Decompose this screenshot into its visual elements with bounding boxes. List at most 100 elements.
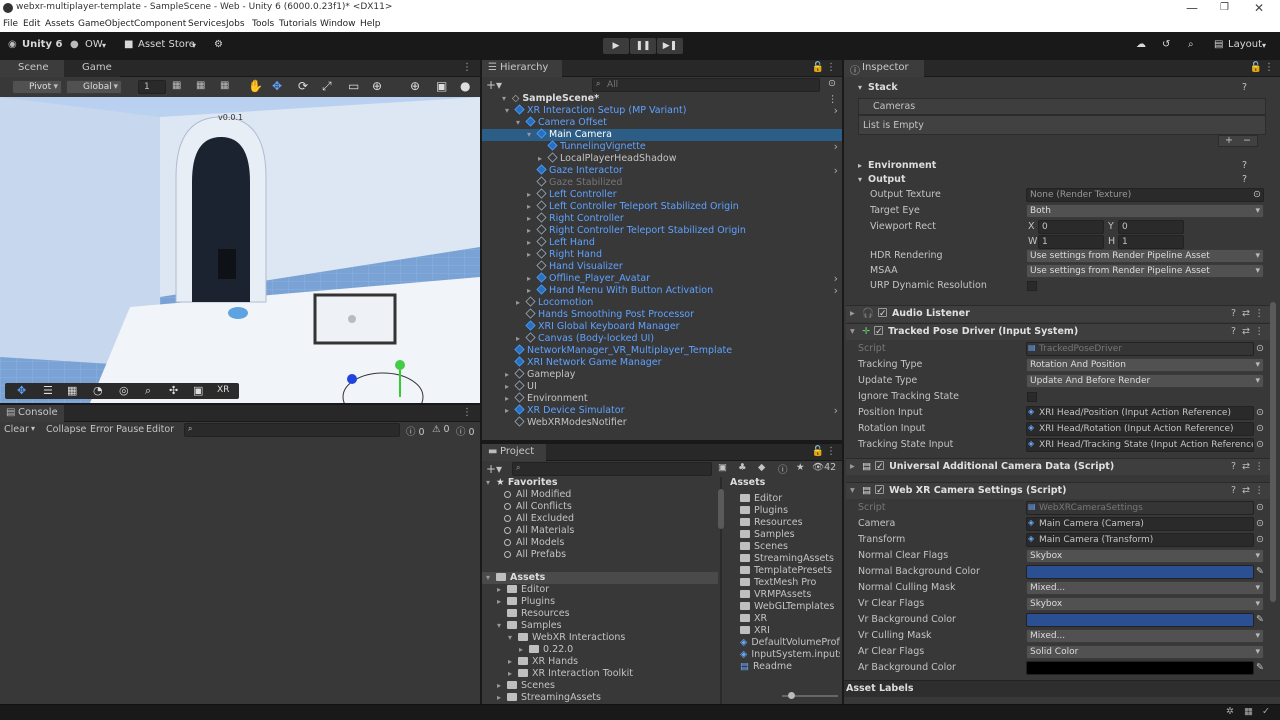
collapse-button[interactable]: Collapse xyxy=(46,424,86,435)
hierarchy-item[interactable]: Gaze Stabilized xyxy=(482,176,842,189)
universal-additional-camera-data-header[interactable]: ▸ ▤Universal Additional Camera Data (Scr… xyxy=(846,458,1270,475)
project-folder[interactable]: ▸ Editor xyxy=(497,584,549,596)
field-value[interactable]: WebXRCameraSettings xyxy=(1026,501,1254,515)
search-by-type-icon[interactable]: ▣ xyxy=(718,462,727,473)
menu-services[interactable]: Services xyxy=(188,19,226,29)
expand-arrow-icon[interactable]: ▾ xyxy=(497,620,507,632)
favorites-header[interactable]: ▾ ★ Favorites xyxy=(486,477,557,489)
viewport-x-field[interactable]: 0 xyxy=(1038,220,1104,234)
field-value[interactable]: Main Camera (Camera) xyxy=(1026,517,1254,531)
menu-file[interactable]: File xyxy=(3,19,18,29)
grid-icon[interactable]: ▦ xyxy=(67,384,77,397)
expand-arrow-icon[interactable]: ▸ xyxy=(497,680,507,692)
expand-arrow-icon[interactable]: ▸ xyxy=(505,369,515,381)
tab-scene[interactable]: Scene xyxy=(0,60,64,77)
expand-arrow-icon[interactable]: ▸ xyxy=(505,393,515,405)
chevron-right-icon[interactable]: › xyxy=(834,141,838,153)
favorite-item[interactable]: All Excluded xyxy=(504,513,574,525)
expand-arrow-icon[interactable]: ▸ xyxy=(497,692,507,704)
asset-item[interactable]: Resources xyxy=(740,517,840,529)
field-value[interactable]: XRI Head/Tracking State (Input Action Re… xyxy=(1026,438,1254,452)
hierarchy-item[interactable]: ▸ XR Device Simulator › xyxy=(482,404,842,417)
menu-jobs[interactable]: Jobs xyxy=(226,19,245,29)
chevron-down-icon[interactable]: ▾ xyxy=(31,424,35,433)
project-folder[interactable]: Resources xyxy=(497,608,570,620)
settings-gear-icon[interactable]: ⚙ xyxy=(214,39,223,50)
more-icon[interactable]: ⋮ xyxy=(826,62,836,73)
project-search-input[interactable] xyxy=(512,462,712,476)
expand-arrow-icon[interactable]: ▸ xyxy=(508,668,518,680)
urp-dynamic-resolution-checkbox[interactable] xyxy=(1027,281,1037,291)
hierarchy-item[interactable]: Hand Visualizer xyxy=(482,260,842,273)
history-icon[interactable]: ↺ xyxy=(1162,39,1170,50)
expand-arrow-icon[interactable]: ▸ xyxy=(527,213,537,225)
menu-tutorials[interactable]: Tutorials xyxy=(279,19,317,29)
transform-tool-icon[interactable]: ⊕ xyxy=(372,79,382,93)
hidden-packages-count[interactable]: 👁42 xyxy=(812,462,836,473)
field-value[interactable]: Main Camera (Transform) xyxy=(1026,533,1254,547)
expand-arrow-icon[interactable]: ▸ xyxy=(497,584,507,596)
output-texture-field[interactable]: None (Render Texture) xyxy=(1026,188,1264,202)
clear-button[interactable]: Clear xyxy=(4,424,29,435)
webxr-camera-settings-header[interactable]: ▾ ▤Web XR Camera Settings (Script) ? ⇄ ⋮ xyxy=(846,482,1270,499)
project-folder[interactable]: ▸ 0.22.0 xyxy=(519,644,573,656)
help-icon[interactable]: ? xyxy=(1231,483,1236,499)
field-value[interactable]: Mixed... xyxy=(1026,629,1264,643)
remove-button[interactable]: − xyxy=(1243,135,1251,146)
hand-tool-icon[interactable]: ✋ xyxy=(248,79,263,93)
object-picker-icon[interactable]: ⊙ xyxy=(1256,423,1264,434)
shading-icon[interactable]: ● xyxy=(460,79,470,93)
expand-arrow-icon[interactable]: ▸ xyxy=(516,297,526,309)
menu-component[interactable]: Component xyxy=(134,19,186,29)
error-count[interactable]: ⓘ 0 xyxy=(456,424,475,438)
maximize-button[interactable]: ❐ xyxy=(1220,2,1229,13)
expand-arrow-icon[interactable]: ▸ xyxy=(527,285,537,297)
field-value[interactable]: Skybox xyxy=(1026,597,1264,611)
object-picker-icon[interactable]: ⊙ xyxy=(1256,343,1264,354)
expand-arrow-icon[interactable]: ▾ xyxy=(527,129,537,141)
add-icon[interactable]: +▾ xyxy=(486,78,502,92)
snap-icon[interactable]: ▦ xyxy=(220,80,229,91)
hierarchy-item[interactable]: ▸ Canvas (Body-locked UI) xyxy=(482,332,842,345)
menu-help[interactable]: Help xyxy=(360,19,381,29)
favorite-item[interactable]: All Materials xyxy=(504,525,574,537)
pan-icon[interactable]: ✣ xyxy=(169,384,178,397)
object-picker-icon[interactable]: ⊙ xyxy=(1256,502,1264,513)
more-icon[interactable]: ⋮ xyxy=(1255,483,1265,499)
favorite-item[interactable]: All Modified xyxy=(504,489,571,501)
expand-arrow-icon[interactable]: ▸ xyxy=(527,189,537,201)
scale-tool-icon[interactable]: ⤢ xyxy=(322,79,332,94)
eyedropper-icon[interactable]: ✎ xyxy=(1256,614,1264,625)
hierarchy-item[interactable]: ▸ LocalPlayerHeadShadow xyxy=(482,152,842,165)
filter-icon[interactable]: ⊙ xyxy=(828,78,836,89)
hierarchy-item[interactable]: ▾ XR Interaction Setup (MP Variant) › xyxy=(482,104,842,117)
field-checkbox[interactable] xyxy=(1027,392,1037,402)
scene-root[interactable]: ▾ ◇ SampleScene* xyxy=(482,93,842,105)
label-icon[interactable]: ♣ xyxy=(738,462,747,473)
expand-arrow-icon[interactable]: ▸ xyxy=(505,405,515,417)
lock-icon[interactable]: 🔓 xyxy=(812,62,824,73)
pivot-dropdown[interactable]: Pivot xyxy=(12,80,62,94)
close-button[interactable]: ✕ xyxy=(1254,1,1264,15)
object-picker-icon[interactable]: ⊙ xyxy=(1256,439,1264,450)
snap-increment-icon[interactable]: ▦ xyxy=(196,80,205,91)
project-folder[interactable]: ▾ Samples xyxy=(497,620,562,632)
tracked-pose-driver-header[interactable]: ▾ ✛Tracked Pose Driver (Input System) ? … xyxy=(846,323,1270,340)
warning-count[interactable]: ⚠ 0 xyxy=(432,424,450,435)
lock-icon[interactable]: 🔓 xyxy=(1250,62,1262,73)
gizmo-icon[interactable]: ⊕ xyxy=(410,79,420,93)
hierarchy-item[interactable]: Gaze Interactor › xyxy=(482,164,842,177)
move-tool-icon[interactable]: ✥ xyxy=(272,79,282,93)
expand-arrow-icon[interactable]: ▸ xyxy=(516,333,526,345)
field-value[interactable]: Update And Before Render xyxy=(1026,374,1264,388)
eyedropper-icon[interactable]: ✎ xyxy=(1256,662,1264,673)
viewport-w-field[interactable]: 1 xyxy=(1038,235,1104,249)
hierarchy-item[interactable]: ▾ Camera Offset xyxy=(482,116,842,129)
console-search-input[interactable] xyxy=(184,423,400,437)
expand-arrow-icon[interactable]: ▸ xyxy=(505,381,515,393)
hierarchy-item[interactable]: ▸ Environment xyxy=(482,392,842,405)
asset-item[interactable]: ◈DefaultVolumeProfile xyxy=(740,637,840,649)
hierarchy-item[interactable]: ▸ Left Hand xyxy=(482,236,842,249)
debug-icon[interactable]: ✲ xyxy=(1226,706,1234,717)
hierarchy-item[interactable]: ▸ Right Controller xyxy=(482,212,842,225)
